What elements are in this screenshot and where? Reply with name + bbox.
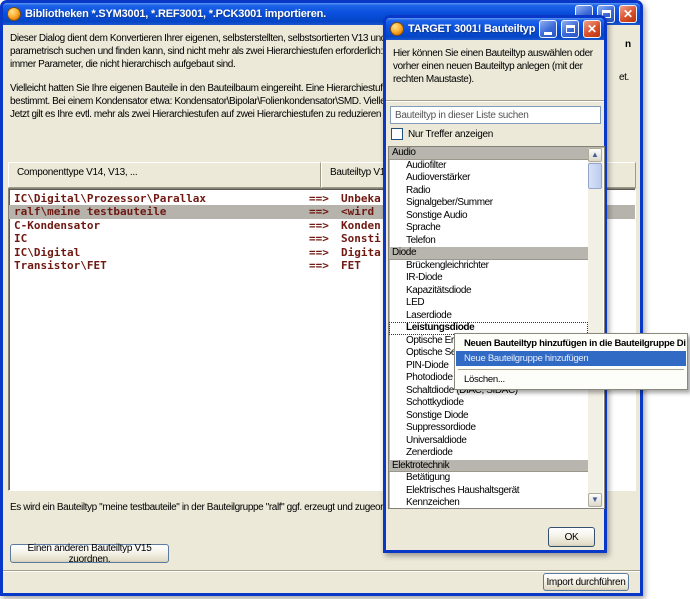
list-item[interactable]: Betätigung	[389, 472, 604, 485]
list-item[interactable]: Suppressordiode	[389, 422, 604, 435]
list-group-header[interactable]: Diode	[389, 247, 589, 260]
checkbox-icon[interactable]	[391, 128, 403, 140]
menu-separator	[458, 369, 684, 370]
list-item[interactable]: Sprache	[389, 222, 604, 235]
close-icon[interactable]: ✕	[619, 5, 637, 23]
search-input[interactable]	[390, 106, 601, 124]
list-item[interactable]: IR-Diode	[389, 272, 604, 285]
bauteiltypen-dialog-title: TARGET 3001! Bauteiltypen	[408, 23, 535, 35]
arrow-icon: ==>	[309, 205, 329, 218]
list-group-header[interactable]: Elektrotechnik	[389, 460, 589, 473]
scroll-down-icon[interactable]: ▼	[588, 493, 602, 507]
list-item[interactable]: Audiofilter	[389, 160, 604, 173]
close-icon[interactable]: ✕	[583, 20, 601, 38]
checkbox-label: Nur Treffer anzeigen	[408, 129, 493, 140]
ok-button[interactable]: OK	[548, 527, 595, 547]
scrollbar-thumb[interactable]	[588, 163, 602, 189]
menu-item[interactable]: Neue Bauteilgruppe hinzufügen	[456, 351, 686, 366]
menu-item[interactable]: Löschen...	[456, 372, 686, 387]
list-item[interactable]: Universaldiode	[389, 435, 604, 448]
row-source: IC\Digital\Prozessor\Parallax	[14, 192, 206, 205]
row-target: Unbeka	[341, 192, 381, 205]
list-item[interactable]: Kapazitätsdiode	[389, 285, 604, 298]
component-type-list[interactable]: ▲ ▼ AudioAudiofilterAudioverstärkerRadio…	[388, 146, 605, 509]
list-item[interactable]: Telefon	[389, 235, 604, 248]
list-item[interactable]: Laserdiode	[389, 310, 604, 323]
divider	[3, 570, 640, 572]
column-header-componenttype: Componenttype V14, V13, ...	[8, 162, 321, 188]
row-source: ralf\meine testbauteile	[14, 205, 166, 218]
list-item[interactable]: Audioverstärker	[389, 172, 604, 185]
maximize-icon[interactable]	[561, 20, 579, 38]
list-item[interactable]: Sonstige Audio	[389, 210, 604, 223]
text-fragment: et.	[619, 72, 629, 83]
target3001-logo-icon	[7, 7, 21, 21]
scroll-up-icon[interactable]: ▲	[588, 148, 602, 162]
instruction-text: Hier können Sie einen Bauteiltyp auswähl…	[393, 47, 597, 86]
row-source: Transistor\FET	[14, 259, 107, 272]
list-item[interactable]: Kennzeichen	[389, 497, 604, 509]
arrow-icon: ==>	[309, 219, 329, 232]
bauteiltypen-dialog-body: Hier können Sie einen Bauteiltyp auswähl…	[386, 40, 604, 550]
list-item[interactable]: Schottkydiode	[389, 397, 604, 410]
list-item[interactable]: Elektrisches Haushaltsgerät	[389, 485, 604, 498]
list-group-header[interactable]: Audio	[389, 147, 589, 160]
row-target: <wird	[341, 205, 374, 218]
bauteiltypen-dialog-window: TARGET 3001! Bauteiltypen ✕ Hier können …	[383, 15, 607, 553]
context-menu: Neuen Bauteiltyp hinzufügen in die Baute…	[454, 333, 688, 390]
list-item[interactable]: Radio	[389, 185, 604, 198]
list-item[interactable]: Sonstige Diode	[389, 410, 604, 423]
list-item[interactable]: LED	[389, 297, 604, 310]
list-item[interactable]: Signalgeber/Summer	[389, 197, 604, 210]
only-hits-checkbox-row[interactable]: Nur Treffer anzeigen	[391, 128, 493, 140]
list-item[interactable]: Brückengleichrichter	[389, 260, 604, 273]
row-source: IC	[14, 232, 27, 245]
scrollbar[interactable]: ▲ ▼	[588, 148, 603, 507]
bauteiltypen-dialog-titlebar[interactable]: TARGET 3001! Bauteiltypen ✕	[386, 18, 604, 40]
row-target: Digita	[341, 246, 381, 259]
text-fragment: n	[625, 39, 631, 50]
row-target: FET	[341, 259, 361, 272]
divider	[386, 100, 604, 102]
run-import-button[interactable]: Import durchführen	[543, 573, 629, 591]
menu-item[interactable]: Neuen Bauteiltyp hinzufügen in die Baute…	[456, 336, 686, 351]
arrow-icon: ==>	[309, 259, 329, 272]
target3001-logo-icon	[390, 22, 404, 36]
minimize-icon[interactable]	[539, 20, 557, 38]
row-target: Sonsti	[341, 232, 381, 245]
row-target: Konden	[341, 219, 381, 232]
arrow-icon: ==>	[309, 232, 329, 245]
list-item[interactable]: Zenerdiode	[389, 447, 604, 460]
row-source: IC\Digital	[14, 246, 80, 259]
arrow-icon: ==>	[309, 246, 329, 259]
arrow-icon: ==>	[309, 192, 329, 205]
desktop: Bibliotheken *.SYM3001, *.REF3001, *.PCK…	[0, 0, 690, 599]
assign-other-type-button[interactable]: Einen anderen Bauteiltyp V15 zuordnen.	[10, 544, 169, 563]
row-source: C-Kondensator	[14, 219, 100, 232]
